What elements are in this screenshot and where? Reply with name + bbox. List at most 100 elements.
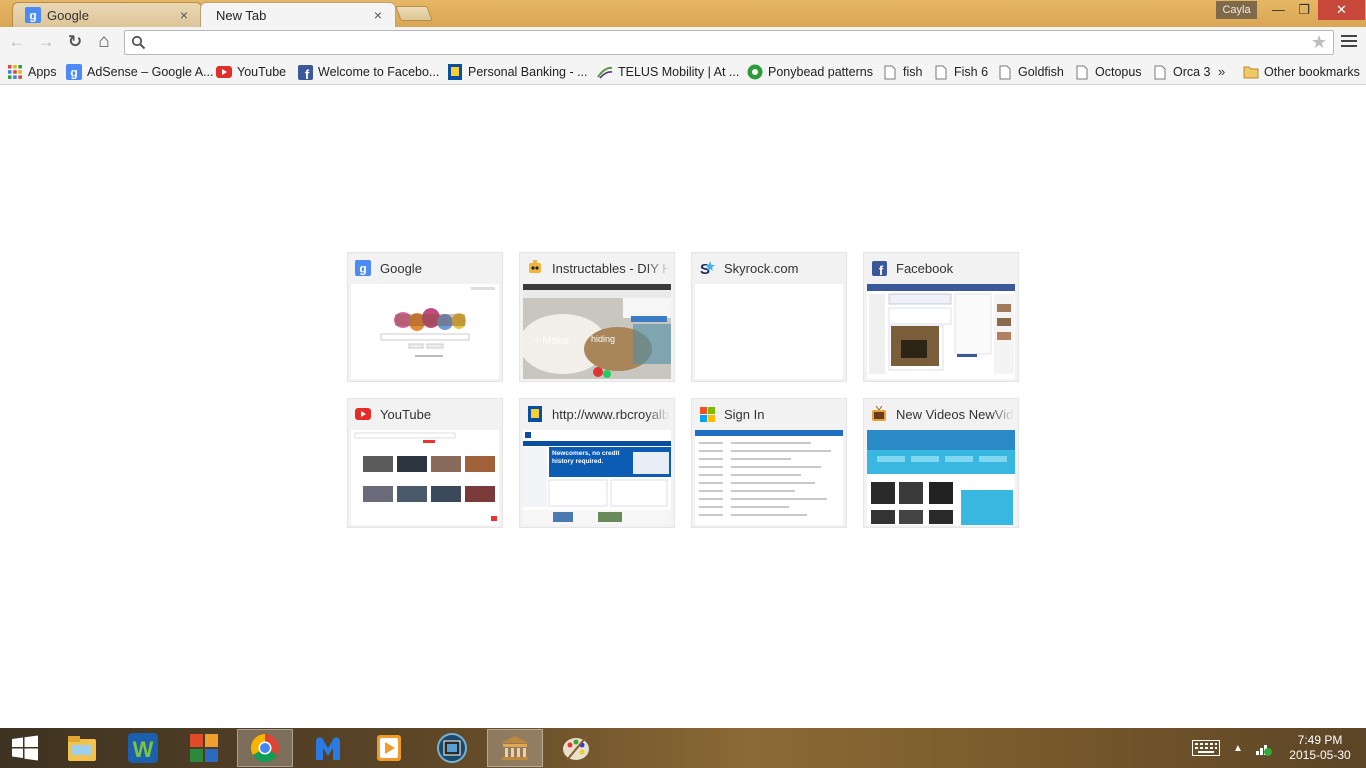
most-visited-tile-facebook[interactable]: f Facebook [863, 252, 1019, 382]
tile-thumbnail [867, 430, 1015, 525]
bookmark-personal-banking[interactable]: Personal Banking - ... [447, 62, 588, 82]
bookmark-label: AdSense – Google A... [87, 65, 214, 79]
bookmark-label: YouTube [237, 65, 287, 79]
windows-taskbar: W ▲ 7:49 PM 2015-05-30 [0, 728, 1366, 768]
bookmark-youtube[interactable]: YouTube [216, 62, 286, 82]
bookmarks-overflow-button[interactable]: » [1218, 64, 1225, 79]
bookmark-label: Fish 6 [954, 65, 989, 79]
search-icon [131, 35, 146, 50]
most-visited-tile-sign-in[interactable]: Sign In [691, 398, 847, 528]
bookmark-goldfish[interactable]: Goldfish [997, 62, 1064, 82]
omnibox-input[interactable] [151, 33, 1301, 52]
bank-building-icon[interactable] [487, 729, 543, 767]
most-visited-tile-skyrock[interactable]: S Skyrock.com [691, 252, 847, 382]
tile-title: Facebook [896, 260, 954, 276]
telus-icon [597, 64, 613, 80]
bookmark-fish[interactable]: fish [882, 62, 922, 82]
most-visited-tile-instructables[interactable]: Instructables - DIY How To ✧Make hiding [519, 252, 675, 382]
tile-title: Instructables - DIY How To [552, 260, 670, 276]
bookmark-octopus[interactable]: Octopus [1074, 62, 1142, 82]
thumbnail-banner-text: Newcomers, no credit history required. [552, 450, 620, 465]
tab-title: New Tab [216, 7, 267, 23]
new-tab-button[interactable] [395, 6, 433, 21]
bookmark-label: TELUS Mobility | At ... [618, 65, 740, 79]
most-visited-tile-google[interactable]: g Google [347, 252, 503, 382]
system-clock[interactable]: 7:49 PM 2015-05-30 [1280, 733, 1360, 763]
maximize-button[interactable]: ❐ [1291, 0, 1317, 20]
forward-button[interactable]: → [35, 31, 57, 53]
profile-button[interactable]: Cayla [1216, 1, 1257, 19]
show-hidden-icons-icon[interactable]: ▲ [1228, 729, 1248, 767]
tile-thumbnail [695, 430, 843, 525]
apps-grid-icon [7, 64, 23, 80]
reload-button[interactable]: ↻ [64, 31, 86, 53]
bookmark-label: Apps [28, 65, 57, 79]
most-visited-tile-new-videos[interactable]: New Videos NewVideos [863, 398, 1019, 528]
tab-close-icon[interactable]: × [371, 7, 385, 23]
browser-toolbar: ← → ↻ ⌂ ★ [0, 27, 1366, 58]
omnibox[interactable]: ★ [124, 30, 1334, 55]
windows-start-icon[interactable] [0, 729, 50, 767]
svg-text:g: g [70, 66, 77, 80]
minimize-button[interactable]: — [1266, 0, 1291, 20]
bookmark-label: Personal Banking - ... [468, 65, 588, 79]
chrome-menu-button[interactable] [1340, 33, 1358, 51]
tile-title: New Videos NewVideos [896, 406, 1014, 422]
bookmark-other-bookmarks[interactable]: Other bookmarks [1243, 62, 1360, 82]
close-window-button[interactable]: ✕ [1318, 0, 1365, 20]
tab-close-icon[interactable]: × [177, 7, 191, 23]
rbc-icon [527, 406, 543, 422]
tile-title: http://www.rbcroyalbank.com [552, 406, 670, 422]
facebook-icon: f [871, 260, 887, 276]
clock-date: 2015-05-30 [1289, 748, 1351, 762]
bookmark-star-icon[interactable]: ★ [1311, 32, 1327, 53]
tab-google[interactable]: g Google × [12, 2, 202, 27]
bookmark-fish-6[interactable]: Fish 6 [933, 62, 988, 82]
tab-new-tab[interactable]: New Tab × [200, 2, 396, 27]
office-icon[interactable] [176, 729, 232, 767]
chrome-icon[interactable] [237, 729, 293, 767]
bookmark-label: Welcome to Facebo... [318, 65, 440, 79]
bookmark-orca-3[interactable]: Orca 3 [1152, 62, 1211, 82]
media-player-icon[interactable] [361, 729, 417, 767]
svg-text:W: W [133, 737, 154, 762]
rbc-icon [447, 64, 463, 80]
file-explorer-icon[interactable] [54, 729, 110, 767]
bookmark-label: Ponybead patterns [768, 65, 873, 79]
bookmark-telus[interactable]: TELUS Mobility | At ... [597, 62, 739, 82]
malwarebytes-icon[interactable] [300, 729, 356, 767]
page-icon [933, 64, 949, 80]
svg-text:f: f [304, 67, 309, 80]
most-visited-tile-rbc[interactable]: http://www.rbcroyalbank.com Newcomers, n… [519, 398, 675, 528]
most-visited-tile-youtube[interactable]: YouTube [347, 398, 503, 528]
touch-keyboard-icon[interactable] [1188, 729, 1224, 767]
bookmark-ponybead[interactable]: Ponybead patterns [747, 62, 873, 82]
tile-thumbnail: ✧Make hiding [523, 284, 671, 379]
bookmark-apps[interactable]: Apps [7, 62, 57, 82]
tile-thumbnail [695, 284, 843, 379]
paint-palette-icon[interactable] [548, 729, 604, 767]
bookmark-facebook[interactable]: f Welcome to Facebo... [297, 62, 439, 82]
home-button[interactable]: ⌂ [93, 31, 115, 53]
thumbnail-caption: hiding [591, 334, 616, 344]
network-icon[interactable] [1250, 729, 1276, 767]
wordperfect-icon[interactable]: W [115, 729, 171, 767]
clock-time: 7:49 PM [1297, 733, 1343, 747]
title-bar: g Google × New Tab × Cayla — ❐ ✕ [0, 0, 1366, 27]
tile-title: Skyrock.com [724, 260, 799, 276]
ponybead-icon [747, 64, 763, 80]
back-button[interactable]: ← [6, 31, 28, 53]
svg-text:✧Make: ✧Make [533, 335, 569, 347]
svg-text:g: g [359, 262, 366, 276]
video-editor-icon[interactable] [424, 729, 480, 767]
page-icon [1074, 64, 1090, 80]
youtube-icon [355, 406, 371, 422]
bookmarks-bar: Apps g AdSense – Google A... YouTube f W… [0, 58, 1366, 85]
bookmark-label: fish [903, 65, 923, 79]
bookmark-adsense[interactable]: g AdSense – Google A... [66, 62, 213, 82]
bookmark-label: Octopus [1095, 65, 1142, 79]
svg-text:g: g [29, 9, 36, 23]
folder-icon [1243, 64, 1259, 80]
page-icon [997, 64, 1013, 80]
bookmark-label: Orca 3 [1173, 65, 1211, 79]
